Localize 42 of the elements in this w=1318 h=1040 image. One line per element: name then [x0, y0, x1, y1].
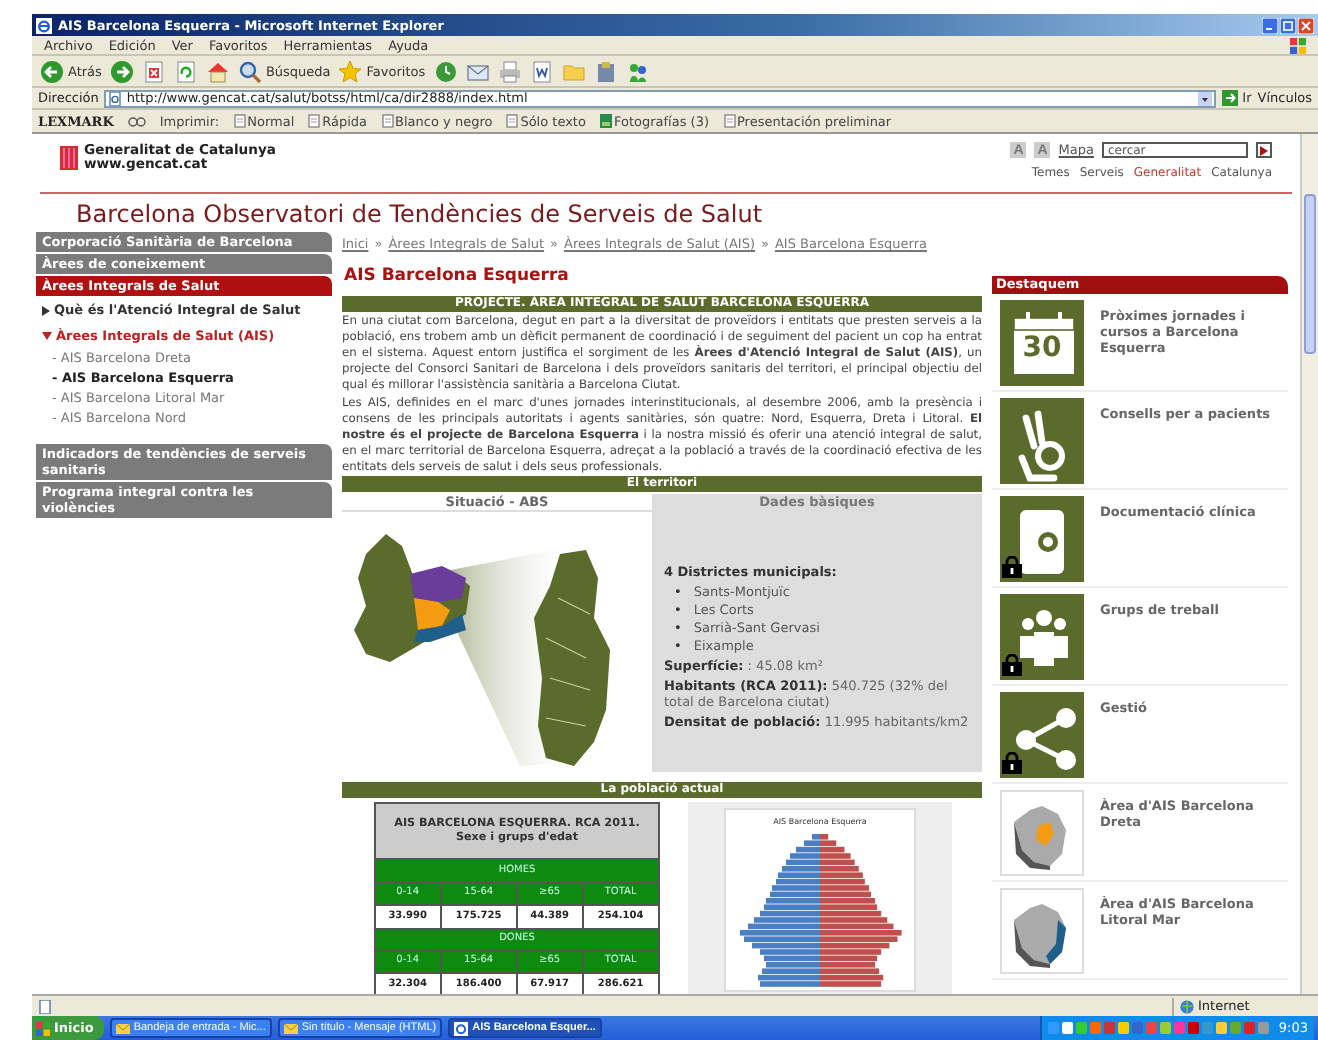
windows-logo-icon	[36, 1021, 50, 1035]
star-icon	[338, 59, 363, 83]
triangle-icon	[1260, 145, 1268, 155]
go-arrow-icon	[1222, 90, 1239, 106]
section-heading: AIS Barcelona Esquerra	[344, 266, 571, 286]
maximize-icon[interactable]	[1280, 17, 1296, 33]
page-title: Barcelona Observatori de Tendències de Serveis de Salut	[74, 198, 765, 232]
stripes-logo-icon	[60, 146, 78, 171]
calendar-day: 30	[1000, 332, 1084, 364]
page-icon	[381, 114, 394, 128]
browser-icon	[454, 1021, 469, 1035]
search-icon	[237, 59, 262, 83]
lock-icon	[1002, 556, 1022, 578]
globe-icon	[1180, 999, 1194, 1013]
browser-icon	[36, 17, 52, 33]
envelope-icon	[283, 1021, 298, 1035]
collapsed-arrow-icon	[42, 305, 50, 315]
lock-icon	[1002, 654, 1022, 676]
stop-icon[interactable]	[141, 59, 166, 83]
minimize-icon[interactable]	[1262, 17, 1278, 33]
picture-icon	[599, 114, 612, 128]
lock-icon	[1002, 752, 1022, 774]
home-icon[interactable]	[205, 59, 230, 83]
refresh-icon[interactable]	[173, 59, 198, 83]
expanded-arrow-icon	[42, 332, 52, 340]
close-icon[interactable]	[1298, 17, 1314, 33]
page-icon	[506, 114, 519, 128]
forward-arrow-icon[interactable]	[109, 59, 134, 83]
page-icon	[308, 114, 321, 128]
mail-icon[interactable]	[465, 59, 490, 83]
dropdown-arrow-icon[interactable]	[1198, 91, 1213, 105]
document-icon[interactable]	[529, 59, 554, 83]
envelope-icon	[115, 1021, 130, 1035]
page-icon	[108, 91, 123, 105]
page-icon	[723, 114, 735, 128]
history-icon[interactable]	[433, 59, 458, 83]
glasses-icon	[127, 115, 146, 127]
back-arrow-icon	[40, 59, 64, 83]
windows-logo-icon	[1290, 37, 1306, 53]
search-button[interactable]	[1256, 142, 1272, 158]
page-icon	[233, 114, 246, 128]
scrollbar[interactable]	[1300, 134, 1318, 994]
